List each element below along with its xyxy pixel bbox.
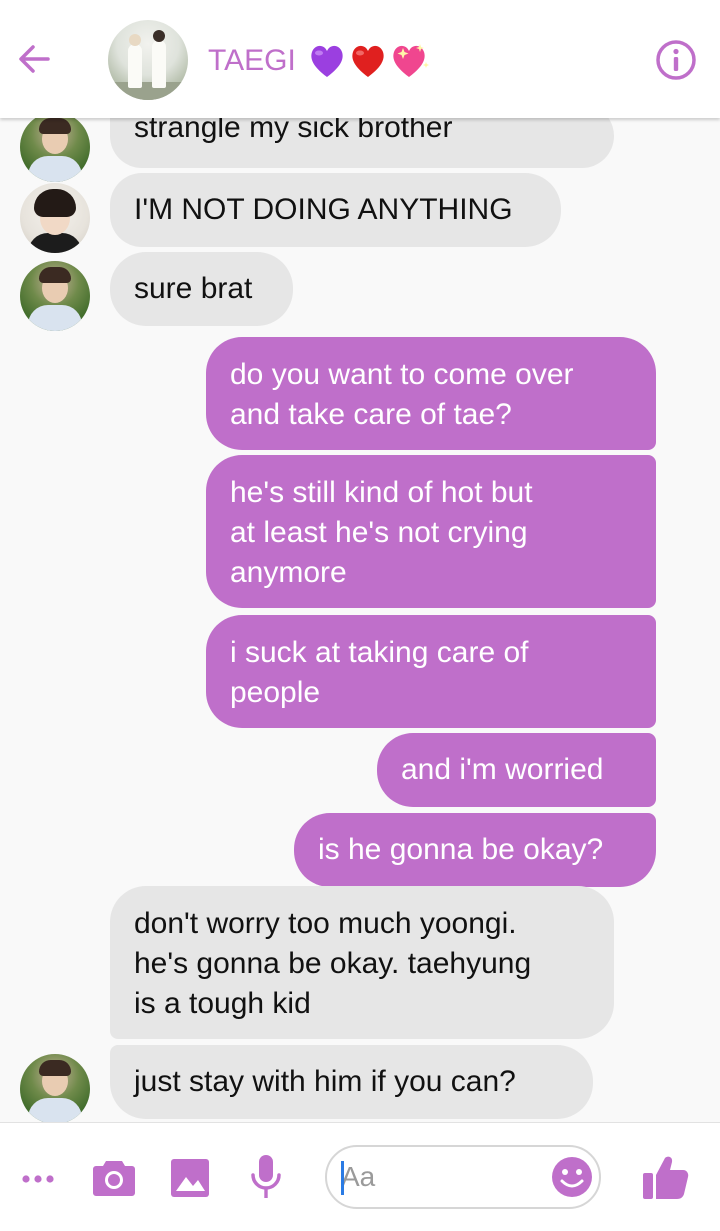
conversation-header: TAEGI: [0, 0, 720, 118]
gallery-icon[interactable]: [171, 1159, 209, 1197]
sparkling-heart-icon: [393, 44, 429, 77]
outgoing-message[interactable]: do you want to come over and take care o…: [206, 337, 656, 450]
message-input[interactable]: [341, 1159, 541, 1195]
incoming-message[interactable]: I'M NOT DOING ANYTHING: [110, 173, 561, 247]
emoji-icon[interactable]: [551, 1156, 593, 1198]
sender-avatar[interactable]: [20, 261, 90, 331]
outgoing-message[interactable]: he's still kind of hot but at least he's…: [206, 455, 656, 608]
group-avatar[interactable]: [108, 20, 188, 100]
sender-avatar[interactable]: [20, 1054, 90, 1122]
more-icon[interactable]: [20, 1173, 56, 1185]
red-heart-icon: [352, 45, 384, 77]
text-caret: [341, 1161, 344, 1195]
incoming-message[interactable]: strangle my sick brother: [110, 118, 614, 168]
outgoing-message[interactable]: and i'm worried: [377, 733, 656, 807]
message-input-box[interactable]: [325, 1145, 601, 1209]
incoming-message[interactable]: sure brat: [110, 252, 293, 326]
back-arrow-icon[interactable]: [14, 38, 56, 80]
incoming-message[interactable]: just stay with him if you can?: [110, 1045, 593, 1119]
thumbs-up-icon[interactable]: [643, 1155, 689, 1199]
incoming-message[interactable]: don't worry too much yoongi. he's gonna …: [110, 886, 614, 1039]
outgoing-message[interactable]: is he gonna be okay?: [294, 813, 656, 887]
purple-heart-icon: [311, 45, 343, 77]
message-list[interactable]: strangle my sick brother I'M NOT DOING A…: [0, 118, 720, 1122]
microphone-icon[interactable]: [249, 1155, 283, 1201]
sender-avatar[interactable]: [20, 118, 90, 182]
conversation-title[interactable]: TAEGI: [208, 40, 296, 82]
composer-bar: [0, 1122, 720, 1231]
sender-avatar[interactable]: [20, 183, 90, 253]
camera-icon[interactable]: [92, 1157, 136, 1197]
heart-emojis: [311, 44, 429, 77]
info-icon[interactable]: [654, 38, 698, 82]
outgoing-message[interactable]: i suck at taking care of people: [206, 615, 656, 728]
